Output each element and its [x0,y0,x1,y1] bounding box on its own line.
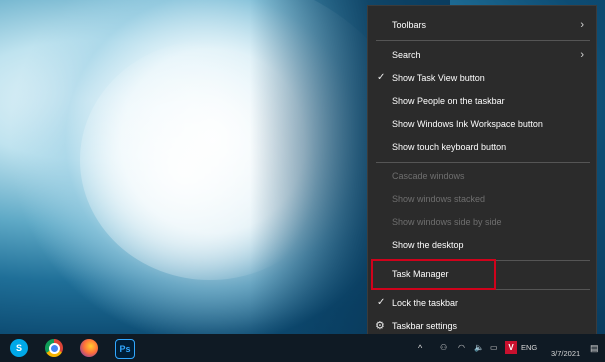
clock-date[interactable]: 3/7/2021 [551,348,580,360]
menu-item-label: Show windows stacked [392,194,486,204]
menu-item-show-touch-keyboard[interactable]: Show touch keyboard button [368,136,596,158]
volume-icon[interactable]: 🔈 [474,334,484,362]
menu-item-search[interactable]: Search › [368,44,596,66]
menu-item-show-ink-workspace[interactable]: Show Windows Ink Workspace button [368,113,596,135]
chevron-right-icon: › [580,49,584,61]
menu-item-label: Show People on the taskbar [392,96,505,106]
chrome-icon[interactable] [45,339,63,357]
firefox-icon[interactable] [80,339,98,357]
photoshop-icon[interactable]: Ps [115,339,135,359]
task-manager-highlight [371,259,496,290]
menu-item-label: Toolbars [392,20,427,30]
menu-item-label: Show touch keyboard button [392,142,507,152]
menu-item-show-task-view[interactable]: ✓ Show Task View button [368,67,596,89]
menu-item-label: Show Task View button [392,73,485,83]
menu-item-label: Show Windows Ink Workspace button [392,119,543,129]
notification-icon[interactable]: ▤ [590,334,599,362]
network-icon[interactable]: ▭ [490,334,498,362]
menu-item-label: Search [392,50,421,60]
menu-item-windows-side-by-side: Show windows side by side [368,211,596,233]
checkmark-icon: ✓ [377,72,386,83]
menu-item-label: Show the desktop [392,240,464,250]
language-indicator[interactable]: ENG [521,334,537,362]
menu-item-show-people[interactable]: Show People on the taskbar [368,90,596,112]
skype-icon[interactable]: S [10,339,28,357]
tray-app-icon[interactable]: V [505,341,517,354]
menu-item-show-desktop[interactable]: Show the desktop [368,234,596,256]
checkmark-icon: ✓ [377,297,386,308]
menu-item-toolbars[interactable]: Toolbars › [368,14,596,36]
people-icon[interactable]: ⚇ [440,334,447,362]
chevron-up-icon[interactable]: ^ [418,334,422,362]
menu-item-lock-taskbar[interactable]: ✓ Lock the taskbar [368,292,596,314]
menu-separator [376,40,590,41]
chevron-right-icon: › [580,19,584,31]
menu-item-windows-stacked: Show windows stacked [368,188,596,210]
taskbar[interactable]: S Ps ^ ⚇ ◠ 🔈 ▭ V ENG 3/7/2021 ▤ [0,334,605,362]
menu-item-label: Lock the taskbar [392,298,459,308]
wifi-icon[interactable]: ◠ [458,334,465,362]
menu-item-label: Cascade windows [392,171,465,181]
menu-separator [376,162,590,163]
menu-item-label: Show windows side by side [392,217,502,227]
menu-item-cascade-windows: Cascade windows [368,165,596,187]
